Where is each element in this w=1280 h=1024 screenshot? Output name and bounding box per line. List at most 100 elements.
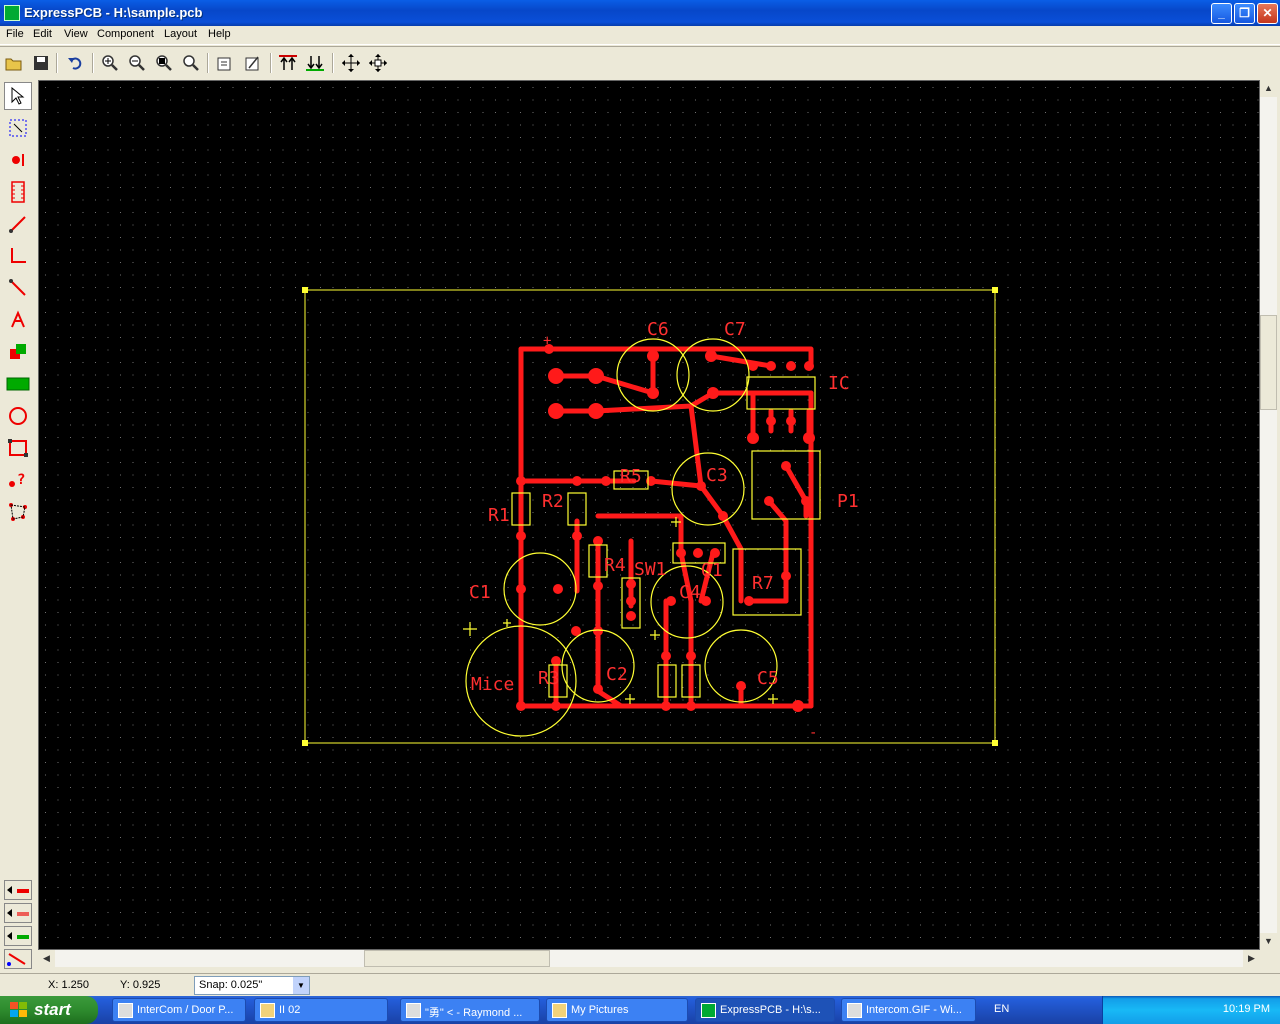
menu-layout[interactable]: Layout xyxy=(164,28,197,40)
pcb-canvas[interactable]: C6 C7 IC R5 C3 P1 R1 R2 R4 SW1 Q1 R7 C1 … xyxy=(38,80,1260,950)
move-icon[interactable] xyxy=(339,51,363,75)
net-icon[interactable] xyxy=(4,498,32,526)
start-label: start xyxy=(34,1000,71,1019)
title-bar[interactable]: ExpressPCB - H:\sample.pcb _ ❐ ✕ xyxy=(0,0,1280,26)
task-intercom-browser[interactable]: InterCom / Door P... xyxy=(112,998,246,1022)
label-sw1: SW1 xyxy=(634,559,667,580)
rectangle-icon[interactable] xyxy=(4,434,32,462)
window-title: ExpressPCB - H:\sample.pcb xyxy=(24,5,203,20)
fill-icon[interactable] xyxy=(4,370,32,398)
vertical-scrollbar[interactable]: ▲ ▼ xyxy=(1260,80,1277,950)
task-folder-ii02[interactable]: II 02 xyxy=(254,998,388,1022)
chevron-down-icon[interactable]: ▼ xyxy=(293,977,309,994)
silkscreen-tab[interactable] xyxy=(4,926,32,946)
menu-help[interactable]: Help xyxy=(208,28,231,40)
status-x-coordinate: X: 1.250 xyxy=(48,979,89,991)
expresspcb-icon xyxy=(701,1003,716,1018)
task-intercom-gif[interactable]: Intercom.GIF - Wi... xyxy=(841,998,976,1022)
label-ic: IC xyxy=(828,373,850,394)
horizontal-scrollbar[interactable]: ◀ ▶ xyxy=(38,950,1260,967)
left-toolbox: ? xyxy=(0,80,36,976)
label-r2: R2 xyxy=(542,491,564,512)
snap-select[interactable]: Snap: 0.025" ▼ xyxy=(194,976,310,995)
status-bar: X: 1.250 Y: 0.925 Snap: 0.025" ▼ xyxy=(0,973,1280,996)
component-icon[interactable] xyxy=(4,178,32,206)
pad-icon[interactable] xyxy=(4,146,32,174)
folder-icon xyxy=(552,1003,567,1018)
circle-icon[interactable] xyxy=(4,402,32,430)
zoom-window-icon[interactable] xyxy=(179,51,203,75)
start-button[interactable]: start xyxy=(0,996,98,1024)
save-icon[interactable] xyxy=(29,51,53,75)
top-layer-icon[interactable] xyxy=(276,51,300,75)
label-plus: + xyxy=(543,333,551,349)
properties-icon[interactable] xyxy=(213,51,237,75)
menu-edit[interactable]: Edit xyxy=(33,28,52,40)
pcb-drawing[interactable]: C6 C7 IC R5 C3 P1 R1 R2 R4 SW1 Q1 R7 C1 … xyxy=(39,81,1260,950)
pointer-icon[interactable] xyxy=(4,82,32,110)
snap-value: Snap: 0.025" xyxy=(199,979,263,991)
label-minus: - xyxy=(809,725,817,741)
label-c2: C2 xyxy=(606,664,628,685)
scroll-left-button[interactable]: ◀ xyxy=(38,950,55,967)
app-window: ExpressPCB - H:\sample.pcb _ ❐ ✕ File Ed… xyxy=(0,0,1280,996)
label-r5: R5 xyxy=(620,466,642,487)
label-r4: R4 xyxy=(604,555,626,576)
label-c6: C6 xyxy=(647,319,669,340)
image-viewer-icon xyxy=(847,1003,862,1018)
horizontal-scroll-thumb[interactable] xyxy=(364,950,550,967)
svg-text:?: ? xyxy=(17,472,25,488)
corner-trace-icon[interactable] xyxy=(4,242,32,270)
task-label: Intercom.GIF - Wi... xyxy=(866,1004,962,1016)
scroll-up-button[interactable]: ▲ xyxy=(1260,80,1277,97)
label-c4: C4 xyxy=(679,582,701,603)
folder-icon xyxy=(260,1003,275,1018)
vertical-scroll-thumb[interactable] xyxy=(1260,315,1277,410)
query-icon[interactable]: ? xyxy=(4,466,32,494)
move-all-icon[interactable] xyxy=(366,51,390,75)
zoom-out-icon[interactable] xyxy=(125,51,149,75)
app-icon xyxy=(4,5,20,21)
task-label: InterCom / Door P... xyxy=(137,1004,234,1016)
select-area-icon[interactable] xyxy=(4,114,32,142)
layer-swap-icon[interactable] xyxy=(4,338,32,366)
menu-component[interactable]: Component xyxy=(97,28,154,40)
scroll-down-button[interactable]: ▼ xyxy=(1260,933,1277,950)
scroll-right-button[interactable]: ▶ xyxy=(1243,950,1260,967)
label-p1: P1 xyxy=(837,491,859,512)
menu-file[interactable]: File xyxy=(6,28,24,40)
chat-icon xyxy=(406,1003,421,1018)
undo-icon[interactable] xyxy=(63,51,87,75)
windows-logo-icon xyxy=(10,1002,27,1017)
trace-icon[interactable] xyxy=(4,210,32,238)
bottom-layer-tab[interactable] xyxy=(4,903,32,923)
label-c5: C5 xyxy=(757,668,779,689)
label-r7: R7 xyxy=(752,573,774,594)
menu-bar: File Edit View Component Layout Help xyxy=(0,26,1280,45)
clock[interactable]: 10:19 PM xyxy=(1223,1003,1270,1015)
line-icon[interactable] xyxy=(4,274,32,302)
task-expresspcb[interactable]: ExpressPCB - H:\s... xyxy=(695,998,835,1022)
label-c7: C7 xyxy=(724,319,746,340)
properties2-icon[interactable] xyxy=(241,51,265,75)
top-layer-tab[interactable] xyxy=(4,880,32,900)
bottom-layer-icon[interactable] xyxy=(303,51,327,75)
zoom-in-icon[interactable] xyxy=(98,51,122,75)
minimize-button[interactable]: _ xyxy=(1211,3,1232,24)
maximize-button[interactable]: ❐ xyxy=(1234,3,1255,24)
label-c3: C3 xyxy=(706,465,728,486)
open-icon[interactable] xyxy=(2,51,26,75)
task-my-pictures[interactable]: My Pictures xyxy=(546,998,688,1022)
rats-nest-tab[interactable] xyxy=(4,949,32,969)
browser-icon xyxy=(118,1003,133,1018)
task-raymond[interactable]: "勇" < - Raymond ... xyxy=(400,998,540,1022)
text-icon[interactable] xyxy=(4,306,32,334)
label-c1: C1 xyxy=(469,582,491,603)
zoom-fit-icon[interactable] xyxy=(152,51,176,75)
taskbar: start InterCom / Door P... II 02 "勇" < -… xyxy=(0,996,1280,1024)
task-label: II 02 xyxy=(279,1004,301,1016)
menu-view[interactable]: View xyxy=(64,28,88,40)
language-indicator[interactable]: EN xyxy=(994,1003,1009,1015)
task-label: "勇" < - Raymond ... xyxy=(425,1007,523,1019)
close-button[interactable]: ✕ xyxy=(1257,3,1278,24)
